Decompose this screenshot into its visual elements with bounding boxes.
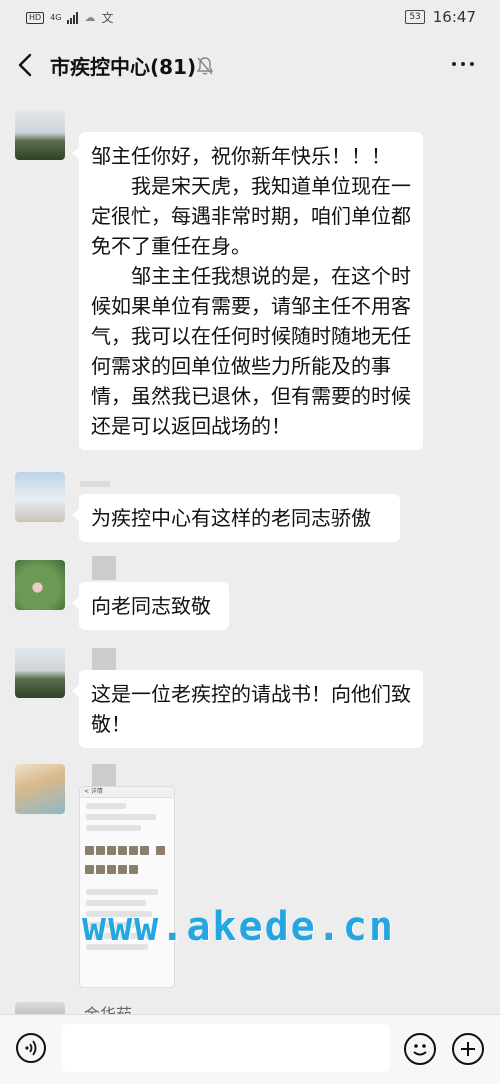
avatar[interactable] [15, 110, 65, 160]
sender-name-blurred [92, 556, 116, 580]
cloud-icon: ☁ [84, 11, 96, 24]
emoji-icon[interactable] [404, 1033, 436, 1065]
message-input[interactable] [62, 1024, 390, 1072]
back-arrow-icon[interactable] [14, 50, 38, 80]
image-message[interactable]: < 详情 [79, 786, 175, 988]
mute-bell-icon [196, 57, 214, 75]
sender-name-blurred [92, 764, 116, 788]
chat-header: 市疾控中心(81) [0, 36, 500, 96]
sender-name: 金华茹 [84, 1001, 132, 1014]
network-label: 4G [50, 13, 62, 22]
clock: 16:47 [432, 8, 476, 26]
message-text: 向老同志致敬 [91, 594, 211, 618]
watermark: www.akede.cn [82, 904, 395, 950]
more-options-icon[interactable] [452, 62, 474, 66]
battery-icon: 53 [405, 10, 425, 24]
avatar[interactable] [15, 764, 65, 814]
avatar[interactable] [15, 648, 65, 698]
status-right: 53 16:47 [405, 8, 476, 26]
sender-name-blurred [92, 648, 116, 672]
sender-name-blurred [80, 481, 110, 487]
message-bubble[interactable]: 向老同志致敬 [72, 582, 229, 630]
chat-area[interactable]: 邹主任你好，祝你新年快乐！！！ 我是宋天虎，我知道单位现在一定很忙，每遇非常时期… [0, 96, 500, 1014]
hd-icon: HD [26, 11, 45, 24]
message-bubble[interactable]: 邹主任你好，祝你新年快乐！！！ 我是宋天虎，我知道单位现在一定很忙，每遇非常时期… [72, 132, 423, 450]
message-bubble[interactable]: 这是一位老疾控的请战书！向他们致敬！ [72, 670, 423, 748]
avatar[interactable] [15, 560, 65, 610]
plus-icon[interactable] [452, 1033, 484, 1065]
notification-icon: 文 [101, 11, 114, 25]
avatar[interactable] [15, 472, 65, 522]
signal-icon [67, 11, 79, 24]
message-text: 我是宋天虎，我知道单位现在一定很忙，每遇非常时期，咱们单位都免不了重任在身。 [91, 174, 411, 258]
voice-icon[interactable] [16, 1033, 46, 1063]
chat-title: 市疾控中心(81) [50, 55, 197, 79]
status-bar: HD 4G ☁ 文 53 16:47 [0, 0, 500, 36]
message-text: 邹主任你好，祝你新年快乐！！！ [91, 144, 391, 168]
message-bubble[interactable]: 为疾控中心有这样的老同志骄傲 [72, 494, 400, 542]
status-left: HD 4G ☁ 文 [26, 9, 114, 26]
message-text: 这是一位老疾控的请战书！向他们致敬！ [91, 682, 411, 736]
image-header: < 详情 [80, 787, 174, 798]
message-text: 邹主主任我想说的是，在这个时候如果单位有需要，请邹主任不用客气，我可以在任何时候… [91, 264, 411, 438]
avatar[interactable] [15, 1002, 65, 1014]
input-bar [0, 1014, 500, 1084]
message-text: 为疾控中心有这样的老同志骄傲 [91, 506, 371, 530]
